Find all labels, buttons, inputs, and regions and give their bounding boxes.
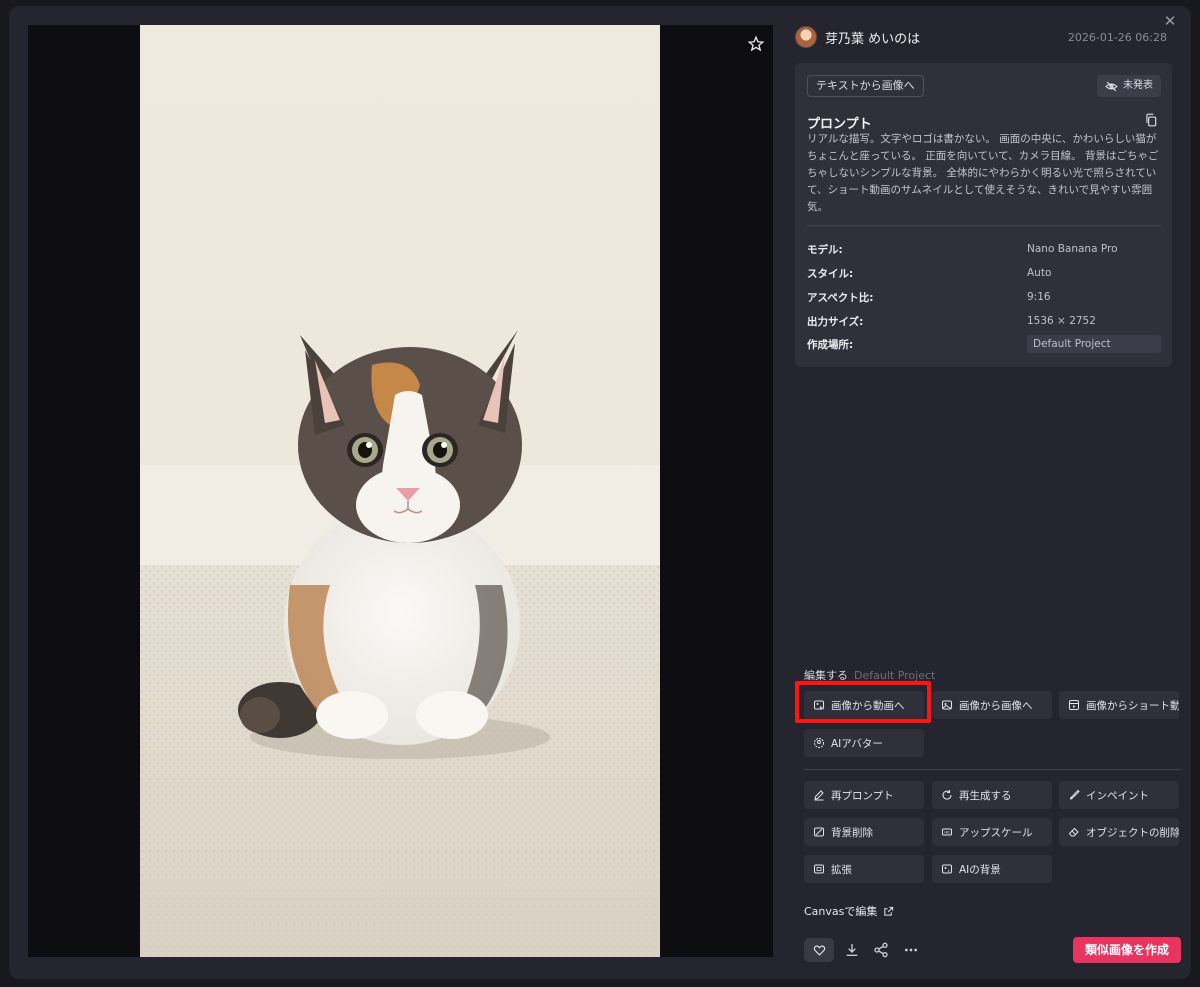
- image-to-video-icon: [814, 700, 824, 710]
- external-link-icon: [884, 906, 894, 916]
- meta-label: 作成場所:: [807, 338, 854, 351]
- button-label: オブジェクトの削除: [1086, 826, 1179, 839]
- meta-output-size: 出力サイズ: 1536 × 2752: [807, 311, 1161, 331]
- author-row: 芽乃葉 めいのは 2026-01-26 06:28: [795, 25, 1171, 49]
- ai-background-button[interactable]: AIの背景: [932, 855, 1052, 883]
- edit-project-name: Default Project: [854, 669, 936, 682]
- canvas-link-label: Canvasで編集: [804, 905, 878, 918]
- created-date: 2026-01-26 06:28: [1067, 30, 1167, 44]
- svg-text:HD: HD: [944, 831, 950, 835]
- image-to-video-button[interactable]: 画像から動画へ: [804, 691, 924, 719]
- inpaint-button[interactable]: インペイント: [1059, 781, 1179, 809]
- mode-chip: テキストから画像へ: [807, 75, 924, 97]
- username[interactable]: 芽乃葉 めいのは: [825, 28, 920, 47]
- image-to-image-button[interactable]: 画像から画像へ: [932, 691, 1052, 719]
- meta-label: 出力サイズ:: [807, 315, 864, 328]
- meta-label: モデル:: [807, 243, 843, 256]
- remove-object-button[interactable]: オブジェクトの削除: [1059, 818, 1179, 846]
- button-label: 再生成する: [959, 789, 1012, 802]
- image-viewer: [28, 25, 773, 957]
- like-button[interactable]: [804, 938, 834, 962]
- project-link[interactable]: Default Project: [1027, 335, 1161, 353]
- expand-button[interactable]: 拡張: [804, 855, 924, 883]
- share-icon[interactable]: [873, 942, 889, 958]
- image-to-short-video-button[interactable]: 画像からショート動画へ: [1059, 691, 1179, 719]
- button-label: AIの背景: [959, 863, 1001, 876]
- create-similar-button[interactable]: 類似画像を作成: [1072, 937, 1181, 963]
- copy-icon[interactable]: [1144, 113, 1158, 127]
- section-divider: [804, 769, 1181, 770]
- kitten-image: [140, 25, 660, 957]
- meta-aspect-ratio: アスペクト比: 9:16: [807, 287, 1161, 307]
- background-remove-icon: [814, 827, 824, 837]
- meta-value: 9:16: [1027, 291, 1051, 303]
- button-label: アップスケール: [959, 826, 1033, 839]
- meta-label: スタイル:: [807, 267, 854, 280]
- refresh-icon: [942, 790, 952, 800]
- eye-off-icon: [1105, 81, 1118, 91]
- download-icon[interactable]: [844, 942, 860, 958]
- details-panel: 芽乃葉 めいのは 2026-01-26 06:28 テキストから画像へ 未発表 …: [795, 25, 1181, 965]
- edit-section-heading: 編集する Default Project: [804, 667, 935, 683]
- image-to-image-icon: [942, 700, 952, 710]
- visibility-label: 未発表: [1123, 80, 1153, 91]
- ai-avatar-button[interactable]: AIアバター: [804, 729, 924, 757]
- meta-style: スタイル: Auto: [807, 263, 1161, 283]
- prompt-heading: プロンプト: [807, 117, 872, 132]
- button-label: AIアバター: [831, 737, 883, 750]
- edit-heading-label: 編集する: [804, 669, 848, 682]
- short-video-icon: [1069, 700, 1079, 710]
- generation-info-card: テキストから画像へ 未発表 プロンプト リアルな描写。文字やロゴは書かない。 画…: [795, 63, 1172, 367]
- star-icon[interactable]: [747, 35, 765, 53]
- remove-background-button[interactable]: 背景削除: [804, 818, 924, 846]
- button-label: 再プロンプト: [831, 789, 894, 802]
- upscale-button[interactable]: HD アップスケール: [932, 818, 1052, 846]
- avatar[interactable]: [795, 26, 817, 48]
- button-label: 拡張: [831, 863, 852, 876]
- more-options-icon[interactable]: [903, 942, 919, 958]
- button-label: 画像から動画へ: [831, 699, 905, 712]
- meta-value: 1536 × 2752: [1027, 315, 1096, 327]
- pencil-icon: [814, 790, 824, 801]
- button-label: 背景削除: [831, 826, 873, 839]
- brush-icon: [1070, 789, 1080, 800]
- reprompt-button[interactable]: 再プロンプト: [804, 781, 924, 809]
- visibility-chip[interactable]: 未発表: [1097, 75, 1161, 97]
- image-detail-modal: ✕ 芽乃葉 めいのは 2026-01-26 06:28 テキストから画像へ 未発…: [9, 6, 1191, 979]
- meta-value: Auto: [1027, 267, 1052, 279]
- upscale-icon: HD: [942, 828, 952, 836]
- meta-value: Nano Banana Pro: [1027, 243, 1118, 255]
- action-bar: 類似画像を作成: [804, 937, 1181, 963]
- expand-icon: [814, 864, 824, 874]
- button-label: 画像から画像へ: [959, 699, 1033, 712]
- meta-model: モデル: Nano Banana Pro: [807, 239, 1161, 259]
- button-label: インペイント: [1086, 789, 1149, 802]
- avatar-icon: [814, 738, 824, 748]
- button-label: 画像からショート動画へ: [1086, 699, 1179, 712]
- meta-location: 作成場所: Default Project: [807, 334, 1161, 354]
- edit-in-canvas-link[interactable]: Canvasで編集: [804, 903, 894, 919]
- eraser-icon: [1068, 827, 1079, 837]
- ai-background-icon: [942, 864, 952, 874]
- heart-icon: [813, 945, 825, 956]
- prompt-text: リアルな描写。文字やロゴは書かない。 画面の中央に、かわいらしい猫がちょこんと座…: [807, 133, 1159, 213]
- regenerate-button[interactable]: 再生成する: [932, 781, 1052, 809]
- divider: [807, 225, 1161, 226]
- generated-image[interactable]: [140, 25, 660, 957]
- meta-label: アスペクト比:: [807, 291, 874, 304]
